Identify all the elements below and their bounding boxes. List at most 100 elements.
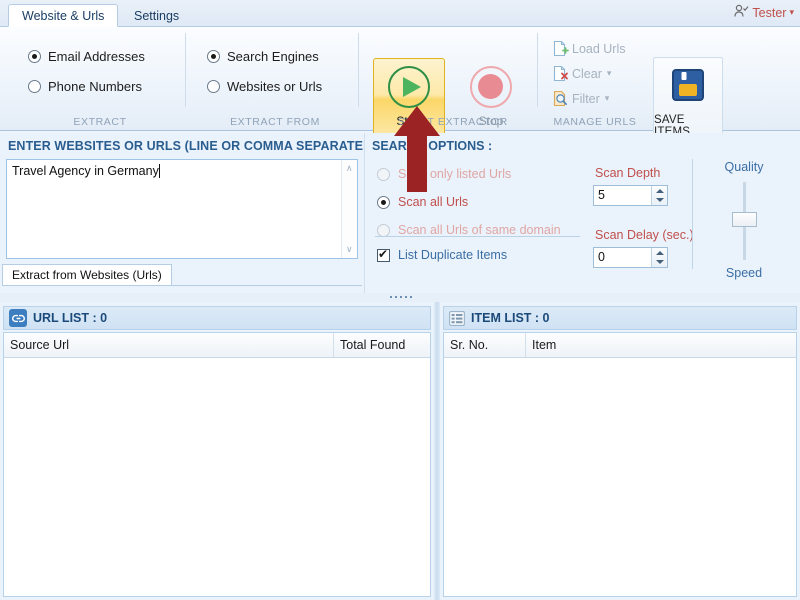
urls-textarea-text: Travel Agency in Germany [12,164,159,178]
radio-label: Scan all Urls [398,195,469,209]
panel-divider [692,159,693,269]
link-icon [9,309,27,327]
chevron-down-icon: ▾ [606,68,612,78]
clear-button[interactable]: Clear ▾ [552,65,611,82]
column-header-item[interactable]: Item [526,333,796,357]
grid-icon [449,310,465,326]
load-urls-button[interactable]: Load Urls [552,40,626,57]
splitter-grip [390,296,412,298]
divider [375,236,580,237]
group-label-extract-from: EXTRACT FROM [230,116,320,128]
url-list-pane: URL LIST : 0 Source Url Total Found [0,302,434,600]
tab-strip: Website & Urls Settings Tester ▾ [0,0,800,27]
group-label-extract: EXTRACT [73,116,127,128]
group-label-manage-urls: MANAGE URLS [553,116,637,128]
tab-label: Website & Urls [22,9,105,23]
radio-email-addresses[interactable]: Email Addresses [28,49,145,64]
radio-indicator [377,167,390,181]
spin-up-icon[interactable] [656,189,664,193]
radio-indicator [207,50,220,63]
chevron-down-icon[interactable]: ∨ [346,244,353,255]
subtab-rail [2,285,362,286]
radio-scan-all-urls[interactable]: Scan all Urls [377,195,468,209]
scan-delay-value: 0 [598,250,605,264]
file-plus-icon [552,40,569,57]
item-list-pane: ITEM LIST : 0 Sr. No. Item [440,302,800,600]
subtab-label: Extract from Websites (Urls) [12,268,162,282]
checkbox-indicator [377,247,390,262]
group-label-start-extractor: START EXTRACTOR [398,116,508,128]
spin-down-icon[interactable] [656,198,664,202]
load-urls-label: Load Urls [572,41,626,56]
item-list-grid-header: Sr. No. Item [444,333,796,358]
text-caret [158,164,160,178]
radio-label: Phone Numbers [48,79,142,94]
checkbox-label: List Duplicate Items [398,248,508,262]
clear-label: Clear [572,66,602,81]
radio-scan-only-listed-urls[interactable]: Scan only listed Urls [377,167,511,181]
save-items-button[interactable]: SAVE ITEMS ▾ [653,57,723,146]
urls-textarea-value: Travel Agency in Germany [12,164,160,178]
chevron-down-icon: ▾ [789,7,794,17]
application-window: Website & Urls Settings Tester ▾ Email A… [0,0,800,600]
slider-top-label: Quality [724,160,764,174]
file-search-icon [552,90,569,107]
radio-indicator [28,50,41,63]
ribbon: Email Addresses Phone Numbers EXTRACT Se… [0,27,800,146]
column-header-sr-no[interactable]: Sr. No. [444,333,525,357]
spin-down-icon[interactable] [656,260,664,264]
radio-label: Scan all Urls of same domain [398,223,561,237]
item-list-header: ITEM LIST : 0 [443,306,797,330]
column-header-source-url[interactable]: Source Url [4,333,334,357]
chevron-down-icon: ▾ [604,93,610,103]
radio-scan-all-urls-same-domain[interactable]: Scan all Urls of same domain [377,223,561,237]
filter-label: Filter [572,91,600,106]
checkbox-list-duplicate-items[interactable]: List Duplicate Items [377,247,508,262]
scan-depth-spin-buttons[interactable] [651,186,667,205]
spin-up-icon[interactable] [656,251,664,255]
play-circle-icon [388,66,430,108]
user-menu[interactable]: Tester ▾ [734,4,794,21]
slider-bottom-label: Speed [725,266,763,280]
item-list-grid[interactable]: Sr. No. Item [443,332,797,597]
tab-settings[interactable]: Settings [120,4,193,27]
subtab-extract-from-websites[interactable]: Extract from Websites (Urls) [2,264,172,286]
scan-delay-stepper[interactable]: 0 [593,247,668,268]
slider-thumb[interactable] [732,212,757,227]
scan-depth-stepper[interactable]: 5 [593,185,668,206]
floppy-disk-icon [670,67,706,108]
urls-textarea[interactable]: Travel Agency in Germany ∧ ∨ [6,159,358,259]
scan-delay-label: Scan Delay (sec.) [595,228,694,242]
radio-search-engines[interactable]: Search Engines [207,49,319,64]
scan-delay-spin-buttons[interactable] [651,248,667,267]
radio-indicator [28,80,41,93]
input-panel: ENTER WEBSITES OR URLS (LINE OR COMMA SE… [0,133,376,293]
radio-label: Search Engines [227,49,319,64]
file-delete-icon [552,65,569,82]
radio-label: Email Addresses [48,49,145,64]
radio-indicator [377,223,390,237]
group-separator [537,33,538,107]
radio-websites-or-urls[interactable]: Websites or Urls [207,79,322,94]
input-panel-title: ENTER WEBSITES OR URLS (LINE OR COMMA SE… [8,139,377,153]
horizontal-splitter[interactable] [0,293,800,302]
quality-speed-slider[interactable]: Quality Speed [706,160,782,280]
filter-button[interactable]: Filter ▾ [552,90,609,107]
radio-indicator [377,195,390,209]
tab-website-and-urls[interactable]: Website & Urls [8,4,119,27]
url-list-header: URL LIST : 0 [3,306,431,330]
tab-label: Settings [134,9,180,23]
item-list-title: ITEM LIST : 0 [471,311,550,325]
url-list-grid[interactable]: Source Url Total Found [3,332,431,597]
radio-phone-numbers[interactable]: Phone Numbers [28,79,142,94]
textarea-scrollbar[interactable]: ∧ ∨ [341,160,357,258]
user-name: Tester [752,5,787,20]
radio-label: Scan only listed Urls [398,167,512,181]
url-list-grid-header: Source Url Total Found [4,333,430,358]
column-header-total-found[interactable]: Total Found [334,333,430,357]
radio-indicator [207,80,220,93]
scan-depth-value: 5 [598,188,605,202]
search-options-title: SEARCH OPTIONS : [372,139,493,153]
chevron-up-icon[interactable]: ∧ [346,163,353,174]
radio-label: Websites or Urls [227,79,323,94]
